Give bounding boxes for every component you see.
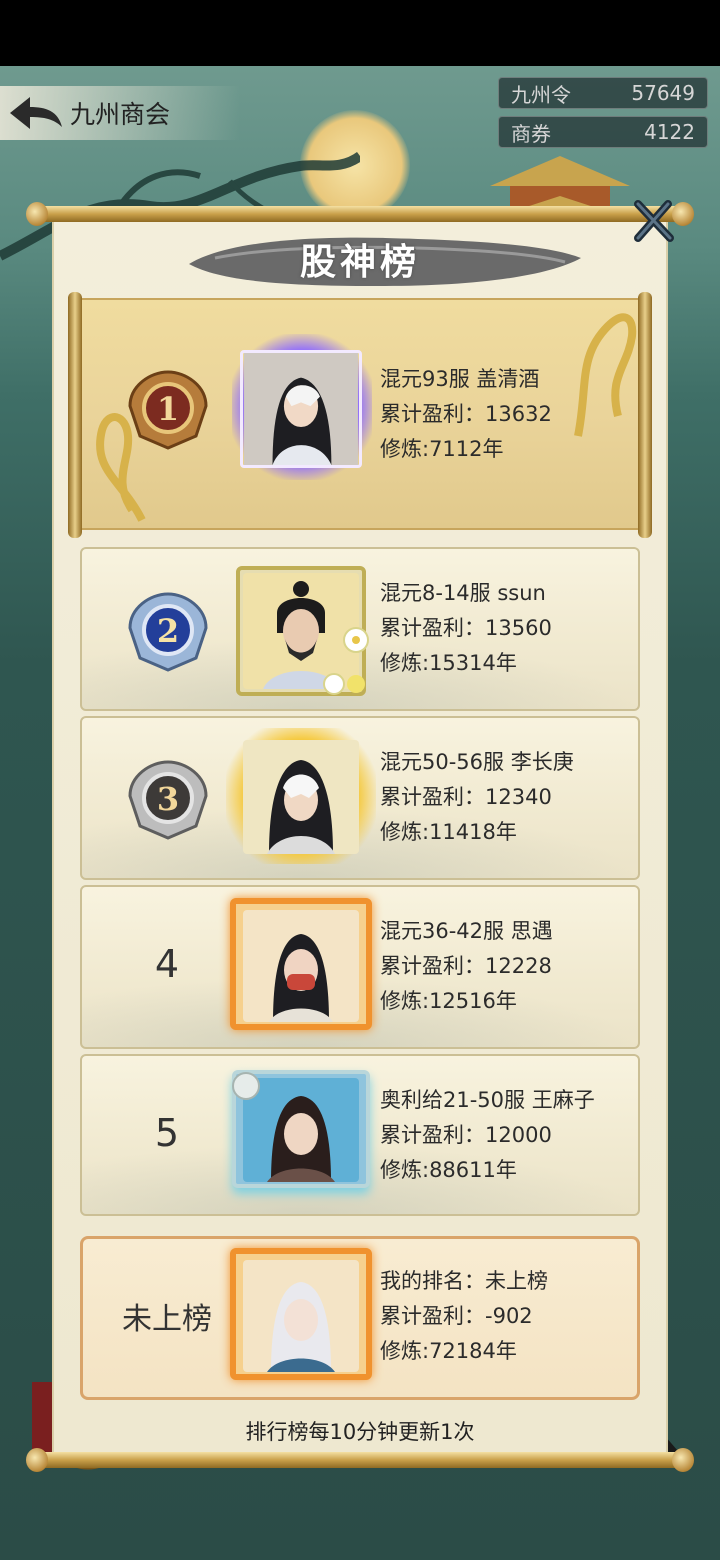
back-button[interactable]: 九州商会: [0, 86, 240, 140]
player-profit: 累计盈利：13560: [380, 616, 552, 640]
leaderboard-title: 股神榜: [299, 241, 420, 283]
rank-3-avatar[interactable]: [243, 740, 359, 854]
back-arrow-icon: [10, 97, 62, 129]
player-server-name: 混元8-14服 ssun: [380, 581, 546, 605]
currency-value: 57649: [631, 81, 695, 105]
rank-4-avatar[interactable]: [243, 910, 359, 1022]
my-rank-info: 我的排名：未上榜 累计盈利：-902 修炼:72184年: [380, 1264, 548, 1369]
player-cultivation: 修炼:72184年: [380, 1339, 517, 1363]
rank-5-info: 奥利给21-50服 王麻子 累计盈利：12000 修炼:88611年: [380, 1083, 595, 1188]
player-cultivation: 修炼:88611年: [380, 1158, 517, 1182]
player-cultivation: 修炼:7112年: [380, 437, 504, 461]
my-rank-text: 我的排名：未上榜: [380, 1269, 548, 1293]
player-profit: 累计盈利：12000: [380, 1123, 552, 1147]
scroll-rod-bottom: [26, 1448, 694, 1472]
my-rank-label: 未上榜: [122, 1302, 212, 1337]
player-profit: 累计盈利：12340: [380, 785, 552, 809]
svg-text:1: 1: [157, 390, 179, 428]
avatar-portrait-icon: [244, 353, 358, 465]
player-server-name: 混元36-42服 思遇: [380, 919, 553, 943]
moon-decoration-icon: [232, 1072, 260, 1100]
rank-number: 5: [154, 1111, 180, 1155]
currency-jiuzhou-ling: 九州令 57649: [498, 77, 708, 109]
my-avatar[interactable]: [243, 1260, 359, 1372]
player-server-name: 混元50-56服 李长庚: [380, 750, 574, 774]
player-cultivation: 修炼:15314年: [380, 651, 517, 675]
player-cultivation: 修炼:11418年: [380, 820, 517, 844]
avatar-portrait-icon: [243, 740, 359, 854]
player-profit: 累计盈利：12228: [380, 954, 552, 978]
rank-1-info: 混元93服 盖清酒 累计盈利：13632 修炼:7112年: [380, 362, 552, 467]
rank-number: 4: [154, 942, 180, 986]
rank-1-avatar[interactable]: [240, 350, 362, 468]
avatar-portrait-icon: [243, 1260, 359, 1372]
currency-name: 商券: [511, 121, 551, 146]
currency-shangquan: 商券 4122: [498, 116, 708, 148]
status-bar: [0, 0, 720, 66]
svg-text:3: 3: [157, 780, 179, 818]
rank-3-info: 混元50-56服 李长庚 累计盈利：12340 修炼:11418年: [380, 745, 574, 850]
svg-text:2: 2: [157, 612, 179, 650]
currency-name: 九州令: [511, 82, 571, 107]
page-title: 九州商会: [70, 100, 171, 129]
update-frequency-note: 排行榜每10分钟更新1次: [245, 1420, 475, 1444]
rank-2-info: 混元8-14服 ssun 累计盈利：13560 修炼:15314年: [380, 576, 552, 681]
rank-4-info: 混元36-42服 思遇 累计盈利：12228 修炼:12516年: [380, 914, 553, 1019]
rank-1-medal-icon: 1: [128, 370, 208, 450]
close-icon[interactable]: [630, 198, 676, 244]
currency-value: 4122: [644, 120, 695, 144]
flower-decoration-icon: [323, 627, 369, 695]
rank-3-medal-icon: 3: [128, 760, 208, 840]
player-server-name: 混元93服 盖清酒: [380, 367, 540, 391]
player-cultivation: 修炼:12516年: [380, 989, 517, 1013]
avatar-portrait-icon: [243, 910, 359, 1022]
player-profit: 累计盈利：13632: [380, 402, 552, 426]
scroll-roll-left: [68, 292, 82, 538]
scroll-rod-top: [26, 202, 694, 226]
phoenix-ornament-right: [574, 313, 637, 437]
player-server-name: 奥利给21-50服 王麻子: [380, 1088, 595, 1112]
player-profit: 累计盈利：-902: [380, 1304, 533, 1328]
rank-2-medal-icon: 2: [128, 592, 208, 672]
